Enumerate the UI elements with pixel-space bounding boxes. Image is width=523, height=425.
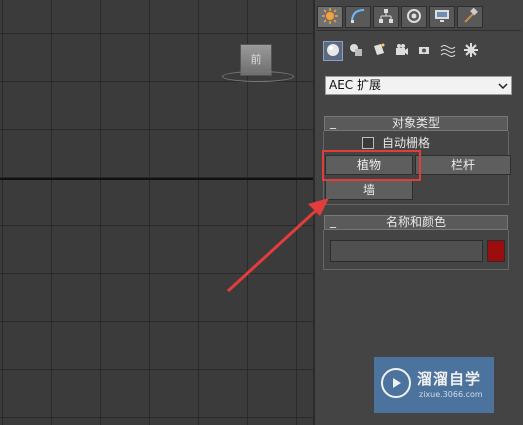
hammer-icon xyxy=(462,7,478,27)
object-color-swatch[interactable] xyxy=(487,240,505,262)
grid-axis-line xyxy=(0,178,313,180)
geometry-button[interactable] xyxy=(323,41,343,61)
motion-icon xyxy=(406,8,422,27)
autogrid-label: 自动栅格 xyxy=(382,136,431,150)
wave-icon xyxy=(440,43,456,60)
rollout-title: 名称和颜色 xyxy=(385,215,446,229)
viewport[interactable]: 前 xyxy=(0,0,313,425)
cameras-button[interactable] xyxy=(392,41,412,61)
collapse-toggle[interactable]: _ xyxy=(330,116,336,129)
category-buttons xyxy=(323,41,481,61)
create-sun-icon xyxy=(322,7,338,27)
sphere-icon xyxy=(326,43,340,60)
light-icon xyxy=(372,43,386,60)
object-name-field[interactable] xyxy=(330,240,483,262)
collapse-toggle[interactable]: _ xyxy=(330,215,336,228)
helper-icon xyxy=(418,43,432,60)
shapes-icon xyxy=(349,43,363,60)
highlight-box xyxy=(322,150,421,181)
wall-button[interactable]: 墙 xyxy=(325,180,413,200)
space-warps-button[interactable] xyxy=(438,41,458,61)
hierarchy-icon xyxy=(378,8,394,27)
autogrid-checkbox[interactable] xyxy=(362,136,374,149)
name-color-rollout-header[interactable]: _ 名称和颜色 xyxy=(324,215,508,230)
watermark-url: zixue.3066.com xyxy=(419,390,483,399)
lights-button[interactable] xyxy=(369,41,389,61)
helpers-button[interactable] xyxy=(415,41,435,61)
systems-button[interactable] xyxy=(461,41,481,61)
command-panel-tabs xyxy=(317,6,483,30)
tab-separator xyxy=(317,30,521,31)
display-tab[interactable] xyxy=(429,6,455,28)
dropdown-value: AEC 扩展 xyxy=(329,78,381,92)
utilities-tab[interactable] xyxy=(457,6,483,28)
hierarchy-tab[interactable] xyxy=(373,6,399,28)
chevron-down-icon xyxy=(495,77,511,94)
rollout-title: 对象类型 xyxy=(391,116,440,130)
motion-tab[interactable] xyxy=(401,6,427,28)
display-monitor-icon xyxy=(434,8,450,27)
modify-tab[interactable] xyxy=(345,6,371,28)
category-dropdown[interactable]: AEC 扩展 xyxy=(325,76,512,95)
watermark: 溜溜自学 zixue.3066.com xyxy=(374,357,494,413)
viewcube-ring[interactable] xyxy=(222,71,294,82)
camera-icon xyxy=(395,43,409,60)
create-tab[interactable] xyxy=(317,6,343,28)
gear-icon xyxy=(464,42,478,60)
play-logo-icon xyxy=(381,368,411,398)
shapes-button[interactable] xyxy=(346,41,366,61)
railing-button[interactable]: 栏杆 xyxy=(415,155,511,175)
object-type-rollout-header[interactable]: _ 对象类型 xyxy=(324,116,508,131)
autogrid-row[interactable]: 自动栅格 xyxy=(362,134,430,151)
modify-arc-icon xyxy=(350,8,366,27)
watermark-title: 溜溜自学 xyxy=(417,370,482,388)
